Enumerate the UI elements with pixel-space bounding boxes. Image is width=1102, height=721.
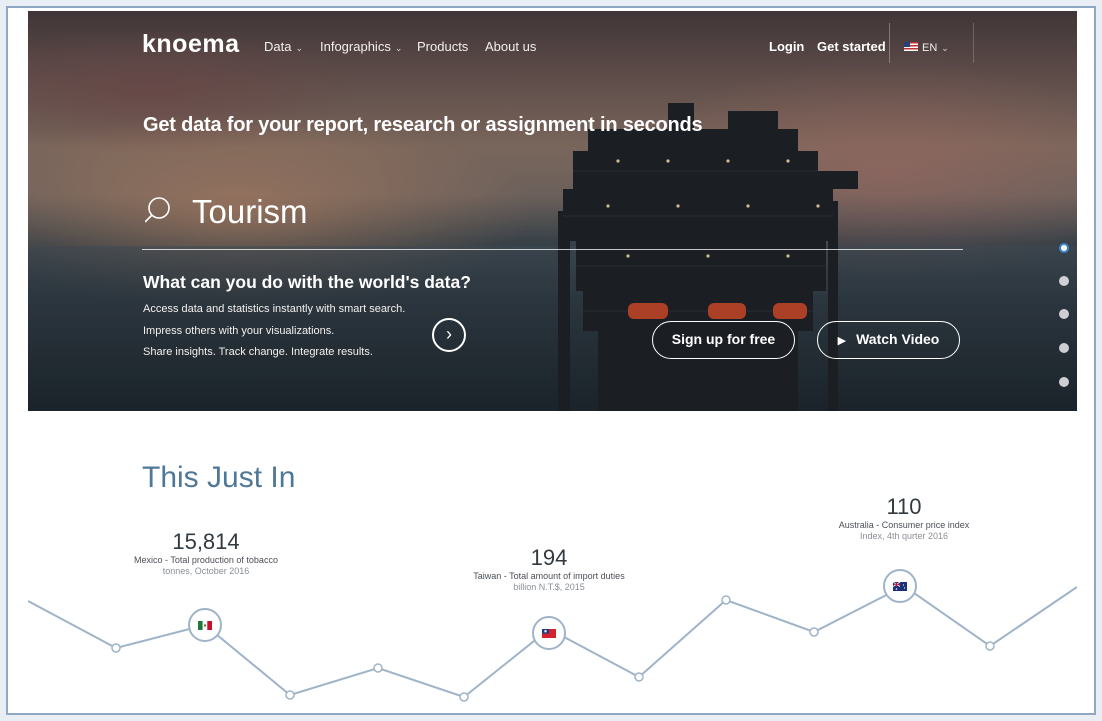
chevron-right-icon: › — [446, 324, 452, 344]
mexico-flag-icon — [198, 621, 212, 630]
stat-sub: Index, 4th qurter 2016 — [859, 531, 949, 541]
stat-label: Taiwan - Total amount of import duties — [473, 571, 625, 581]
us-flag-icon — [904, 42, 918, 51]
browser-frame: knoema Data ⌄ Infographics ⌄ Products Abou… — [6, 6, 1096, 715]
hero-subheadline: What can you do with the world's data? — [143, 272, 471, 292]
chevron-down-icon: ⌄ — [295, 43, 304, 53]
slide-dot[interactable] — [1059, 276, 1069, 286]
chevron-down-icon: ⌄ — [941, 43, 949, 53]
stat-marker[interactable] — [883, 569, 917, 603]
slide-dot[interactable] — [1059, 309, 1069, 319]
hero-banner: knoema Data ⌄ Infographics ⌄ Products Abou… — [28, 11, 1077, 411]
australia-flag-icon — [893, 582, 907, 591]
nav-divider — [889, 23, 890, 63]
stat-sub: billion N.T.$, 2015 — [513, 582, 585, 592]
stat-taiwan[interactable]: 194 Taiwan - Total amount of import duti… — [449, 545, 649, 593]
sign-up-button[interactable]: Sign up for free — [652, 321, 795, 359]
page: knoema Data ⌄ Infographics ⌄ Products Abou… — [28, 11, 1077, 713]
hero-text-line: Access data and statistics instantly wit… — [143, 303, 406, 315]
slide-indicator — [1059, 241, 1071, 391]
nav-item-about-us[interactable]: About us — [485, 39, 536, 55]
slide-dot[interactable] — [1059, 377, 1069, 387]
knoema-logo[interactable]: knoema — [142, 31, 239, 57]
watch-video-label: Watch Video — [856, 331, 940, 347]
nav-item-data[interactable]: Data ⌄ — [264, 39, 303, 56]
get-started-link[interactable]: Get started — [817, 39, 886, 55]
stat-label: Australia - Consumer price index — [838, 520, 970, 530]
stat-value: 194 — [530, 545, 568, 570]
hero-headline: Get data for your report, research or as… — [143, 114, 703, 136]
section-title: This Just In — [142, 461, 296, 494]
stat-sub: tonnes, October 2016 — [162, 566, 250, 576]
nav-item-label: Data — [264, 39, 292, 54]
stat-label: Mexico - Total production of tobacco — [134, 555, 278, 565]
chevron-down-icon: ⌄ — [394, 43, 403, 53]
taiwan-flag-icon — [542, 629, 556, 638]
hero-search — [142, 186, 962, 250]
hero-text-line: Impress others with your visualizations. — [143, 325, 335, 337]
language-selector[interactable]: EN ⌄ — [904, 40, 949, 56]
stat-australia[interactable]: 110 Australia - Consumer price index Ind… — [804, 494, 1004, 542]
nav-divider — [973, 23, 974, 63]
play-icon: ▶ — [837, 335, 847, 347]
stat-marker[interactable] — [188, 608, 222, 642]
login-link[interactable]: Login — [769, 39, 804, 55]
stat-marker[interactable] — [532, 616, 566, 650]
next-slide-button[interactable]: › — [432, 318, 466, 352]
stat-value: 15,814 — [172, 529, 240, 554]
nav-item-label: Products — [417, 39, 469, 54]
search-underline — [142, 249, 963, 250]
search-input[interactable] — [192, 186, 952, 238]
language-label: EN — [922, 42, 938, 54]
slide-dot[interactable] — [1059, 343, 1069, 353]
slide-dot[interactable] — [1059, 243, 1069, 253]
nav-item-label: About us — [485, 39, 537, 54]
top-navigation: knoema Data ⌄ Infographics ⌄ Products Abou… — [28, 11, 1077, 63]
hero-text-line: Share insights. Track change. Integrate … — [143, 346, 373, 358]
nav-item-infographics[interactable]: Infographics ⌄ — [320, 39, 402, 56]
stat-value: 110 — [886, 494, 922, 519]
nav-item-products[interactable]: Products — [417, 39, 468, 55]
search-icon — [145, 197, 170, 223]
watch-video-button[interactable]: ▶ Watch Video — [817, 321, 960, 359]
stat-mexico[interactable]: 15,814 Mexico - Total production of toba… — [116, 529, 296, 577]
nav-item-label: Infographics — [320, 39, 391, 54]
